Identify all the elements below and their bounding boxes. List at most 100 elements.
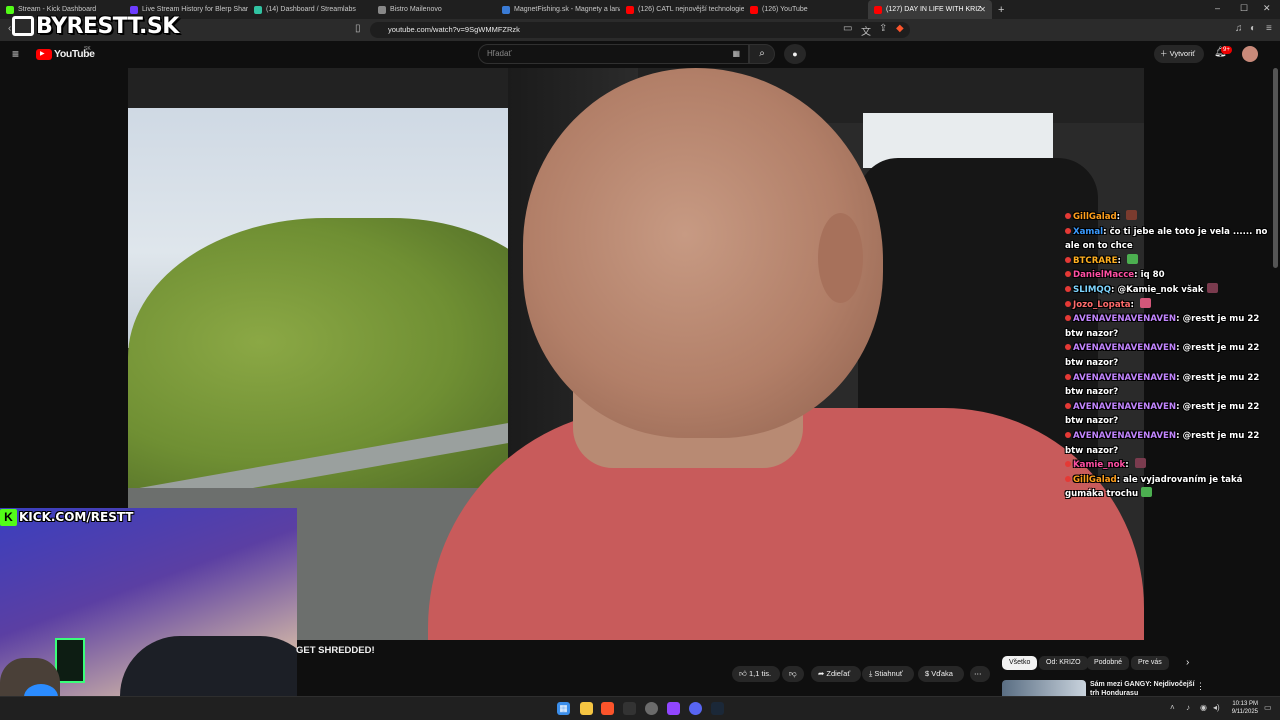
close-window-button[interactable]: ✕ bbox=[1263, 3, 1271, 14]
share-label: Zdieľať bbox=[826, 669, 851, 678]
browser-tab[interactable]: (14) Dashboard / Streamlabs bbox=[248, 0, 372, 19]
system-clock[interactable]: 10:13 PM 9/11/2025 bbox=[1228, 701, 1258, 716]
maximize-button[interactable]: ☐ bbox=[1240, 3, 1248, 14]
search-button[interactable]: ⌕ bbox=[749, 44, 775, 64]
chat-separator: : bbox=[1125, 460, 1132, 471]
profile-icon[interactable]: ◐ bbox=[1250, 23, 1256, 34]
chat-separator: : bbox=[1116, 212, 1124, 222]
chat-emote-icon bbox=[1141, 487, 1153, 498]
tab-favicon-icon bbox=[254, 5, 262, 14]
notification-center-icon[interactable]: ▭ bbox=[1264, 703, 1272, 712]
chat-message: Kamie_nok: bbox=[1065, 458, 1277, 473]
new-tab-button[interactable]: + bbox=[998, 4, 1004, 16]
brave-shield-icon[interactable]: ◆ bbox=[896, 23, 904, 34]
chat-message: AVENAVENAVENAVEN: @restt je mu 22 btw na… bbox=[1065, 371, 1277, 400]
user-badge-icon bbox=[1065, 256, 1071, 263]
filter-chip[interactable]: Všetko bbox=[1002, 656, 1038, 670]
install-icon[interactable]: ▭ bbox=[843, 23, 852, 34]
playlist-icon[interactable]: ♫ bbox=[1235, 23, 1243, 34]
search-placeholder: Hľadať bbox=[487, 49, 512, 58]
close-tab-icon[interactable]: ✕ bbox=[979, 5, 986, 14]
create-button[interactable]: ＋ Vytvoriť bbox=[1154, 45, 1204, 63]
search-input[interactable]: Hľadať ▦ bbox=[478, 44, 749, 64]
chat-emote-icon bbox=[1206, 282, 1218, 293]
browser-tab[interactable]: (126) YouTube bbox=[744, 0, 868, 19]
voice-search-button[interactable]: ● bbox=[784, 44, 806, 64]
mic-icon: ● bbox=[792, 49, 798, 59]
tab-favicon-icon bbox=[750, 5, 758, 14]
chat-username: AVENAVENAVENAVEN bbox=[1073, 401, 1177, 412]
minimize-button[interactable]: – bbox=[1215, 3, 1220, 13]
recommended-title[interactable]: Sám mezi GANGY: Nejdivočejší trh Hondura… bbox=[1090, 680, 1198, 696]
bookmark-icon[interactable]: ▯ bbox=[355, 23, 361, 34]
download-button[interactable]: ⤓ Stiahnuť bbox=[862, 666, 914, 682]
chat-username: Jozo_Lopata bbox=[1073, 299, 1131, 310]
terminal-icon[interactable] bbox=[623, 702, 636, 715]
brave-browser-icon[interactable] bbox=[601, 702, 614, 715]
share-icon[interactable]: ⇪ bbox=[879, 23, 887, 34]
discord-icon[interactable] bbox=[689, 702, 702, 715]
file-explorer-icon[interactable] bbox=[580, 702, 593, 715]
thanks-button[interactable]: $ Vďaka bbox=[918, 666, 964, 682]
browser-tab[interactable]: (126) CATL nejnovější technologie h bbox=[620, 0, 744, 19]
dislike-button[interactable]: 👎︎ bbox=[782, 666, 804, 682]
account-avatar[interactable] bbox=[1242, 46, 1258, 62]
like-button[interactable]: 👍︎ 1,1 tis. bbox=[732, 666, 780, 682]
user-badge-icon bbox=[1065, 271, 1071, 278]
chat-emote-icon bbox=[1126, 253, 1138, 264]
thumbs-up-icon: 👍︎ bbox=[739, 669, 747, 678]
notification-badge: 9+ bbox=[1221, 46, 1232, 54]
keyboard-icon[interactable]: ▦ bbox=[732, 45, 740, 63]
user-badge-icon bbox=[1065, 402, 1071, 409]
thanks-icon: $ bbox=[925, 669, 930, 678]
browser-tab[interactable]: Bistro Mailenovo bbox=[372, 0, 496, 19]
network-icon[interactable]: ◉ bbox=[1200, 703, 1207, 712]
back-icon[interactable]: ‹ bbox=[8, 23, 11, 34]
tab-label: (127) DAY IN LIFE WITH KRIZ bbox=[886, 6, 982, 13]
filter-chip[interactable]: Pre vás bbox=[1131, 656, 1169, 670]
chat-message: SLIMQQ: @Kamie_nok však bbox=[1065, 282, 1277, 298]
volume-icon[interactable]: ◂) bbox=[1213, 703, 1220, 712]
chat-username: Kamie_nok bbox=[1073, 460, 1126, 471]
mic-tray-icon[interactable]: ♪ bbox=[1186, 703, 1190, 712]
chat-message: BTCRARE: bbox=[1065, 253, 1277, 269]
user-badge-icon bbox=[1065, 431, 1071, 438]
user-badge-icon bbox=[1065, 461, 1071, 468]
clock-date: 9/11/2025 bbox=[1231, 708, 1258, 715]
url-text: youtube.com/watch?v=9SgWMMFZRzk bbox=[388, 25, 520, 34]
share-button[interactable]: ➦ Zdieľať bbox=[811, 666, 861, 682]
tray-chevron-icon[interactable]: ˄ bbox=[1170, 703, 1175, 712]
recommended-thumbnail[interactable] bbox=[1002, 680, 1086, 696]
tab-label: MagnetFishing.sk - Magnety a laná p bbox=[514, 6, 620, 13]
ear bbox=[818, 213, 863, 303]
chat-text: iq 80 bbox=[1140, 270, 1165, 281]
chevron-right-icon[interactable]: › bbox=[1186, 657, 1189, 668]
tab-favicon-icon bbox=[626, 5, 634, 14]
chat-message: Jozo_Lopata: bbox=[1065, 297, 1277, 313]
recommended-menu-icon[interactable]: ⋮ bbox=[1196, 681, 1205, 692]
browser-tab[interactable]: MagnetFishing.sk - Magnety a laná p bbox=[496, 0, 620, 19]
tab-favicon-icon bbox=[378, 5, 386, 14]
steam-icon[interactable] bbox=[711, 702, 724, 715]
twitch-icon[interactable] bbox=[667, 702, 680, 715]
browser-tab[interactable]: (127) DAY IN LIFE WITH KRIZ ✕ bbox=[868, 0, 992, 19]
more-actions-button[interactable]: ⋯ bbox=[970, 666, 990, 682]
tab-label: (126) CATL nejnovější technologie h bbox=[638, 6, 744, 13]
start-icon[interactable]: ▦ bbox=[557, 702, 570, 715]
user-badge-icon bbox=[1065, 300, 1071, 307]
tab-favicon-icon bbox=[502, 5, 510, 14]
tab-label: Bistro Mailenovo bbox=[390, 6, 442, 13]
address-bar[interactable]: youtube.com/watch?v=9SgWMMFZRzk bbox=[370, 22, 910, 38]
chat-separator: : bbox=[1117, 255, 1124, 266]
filter-chip[interactable]: Podobné bbox=[1087, 656, 1130, 670]
plus-icon: ＋ bbox=[1160, 49, 1168, 58]
pc-case bbox=[55, 638, 85, 683]
tab-label: (14) Dashboard / Streamlabs bbox=[266, 6, 356, 13]
obs-icon[interactable] bbox=[645, 702, 658, 715]
browser-tab-strip: Stream - Kick Dashboard Live Stream Histo… bbox=[0, 0, 1280, 19]
menu-icon[interactable]: ≡ bbox=[1266, 23, 1272, 34]
chat-username: AVENAVENAVENAVEN bbox=[1073, 430, 1177, 441]
translate-icon[interactable]: 文 bbox=[861, 23, 871, 38]
filter-chip[interactable]: Od: KRIZO bbox=[1039, 656, 1088, 670]
hamburger-menu-icon[interactable]: ≡ bbox=[12, 47, 19, 61]
